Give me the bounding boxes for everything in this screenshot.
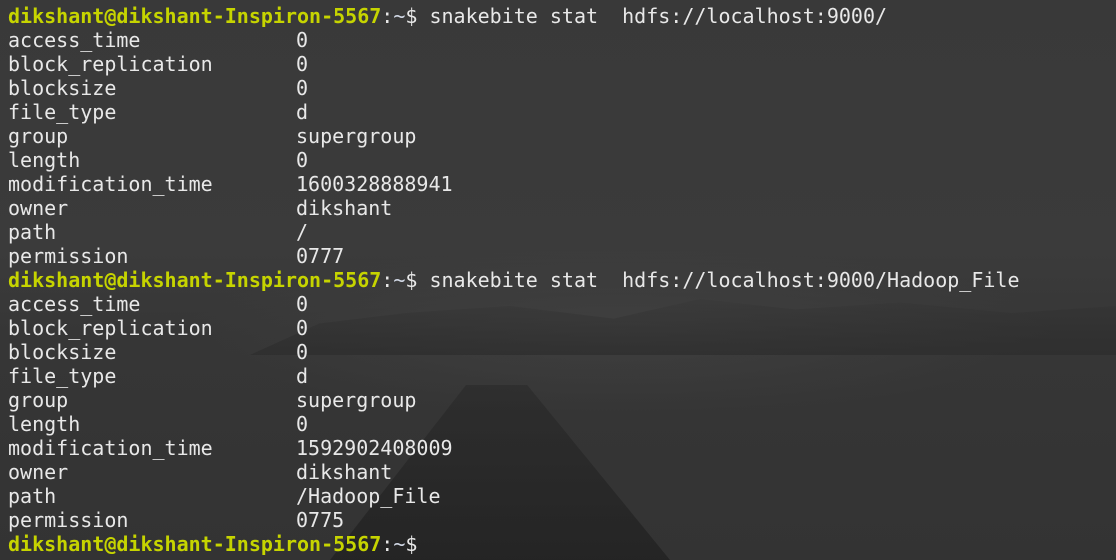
prompt-user-host: dikshant@dikshant-Inspiron-5567 <box>8 532 382 556</box>
stat-row: path / <box>8 220 1116 244</box>
stat-value: 0 <box>296 340 309 364</box>
prompt-cwd: ~ <box>393 4 406 28</box>
stat-key: group <box>8 388 69 412</box>
stat-value: 0 <box>296 148 309 172</box>
stat-row: file_type d <box>8 364 1116 388</box>
prompt-user-host: dikshant@dikshant-Inspiron-5567 <box>8 268 382 292</box>
stat-row: owner dikshant <box>8 196 1116 220</box>
stat-row: block_replication 0 <box>8 316 1116 340</box>
command-text: snakebite stat hdfs://localhost:9000/Had… <box>417 268 1019 292</box>
stat-value: supergroup <box>296 388 417 412</box>
command-string: snakebite stat hdfs://localhost:9000/Had… <box>429 268 1020 292</box>
stat-key: block_replication <box>8 52 213 76</box>
stat-row: access_time 0 <box>8 28 1116 52</box>
stat-value: 0 <box>296 292 309 316</box>
terminal-output[interactable]: dikshant@dikshant-Inspiron-5567: ~ $ snake… <box>8 4 1116 560</box>
stat-row: group supergroup <box>8 388 1116 412</box>
stat-value: d <box>296 364 309 388</box>
stat-key: access_time <box>8 292 141 316</box>
stat-value: dikshant <box>296 196 393 220</box>
command-string: snakebite stat hdfs://localhost:9000/ <box>429 4 888 28</box>
stat-key: modification_time <box>8 172 213 196</box>
stat-key: blocksize <box>8 76 117 100</box>
stat-value: d <box>296 100 309 124</box>
stat-key: block_replication <box>8 316 213 340</box>
stat-value: supergroup <box>296 124 417 148</box>
prompt-cwd: ~ <box>393 532 406 556</box>
stat-row: blocksize 0 <box>8 340 1116 364</box>
stat-row: group supergroup <box>8 124 1116 148</box>
stat-value: dikshant <box>296 460 393 484</box>
stat-row: length 0 <box>8 148 1116 172</box>
prompt-separator: : <box>381 4 394 28</box>
stat-key: owner <box>8 196 69 220</box>
prompt-cwd: ~ <box>393 268 406 292</box>
prompt-user-host: dikshant@dikshant-Inspiron-5567 <box>8 4 382 28</box>
command-text: snakebite stat hdfs://localhost:9000/ <box>417 4 887 28</box>
stat-key: group <box>8 124 69 148</box>
stat-value: 0 <box>296 412 309 436</box>
stat-value: / <box>296 220 309 244</box>
terminal-cursor <box>417 533 428 555</box>
stat-row: owner dikshant <box>8 460 1116 484</box>
stat-key: path <box>8 220 57 244</box>
stat-key: permission <box>8 508 129 532</box>
stat-value: 0777 <box>296 244 345 268</box>
prompt-line-current[interactable]: dikshant@dikshant-Inspiron-5567: ~ $ <box>8 532 1116 556</box>
stat-value: /Hadoop_File <box>296 484 441 508</box>
stat-key: length <box>8 148 81 172</box>
stat-row: length 0 <box>8 412 1116 436</box>
stat-row: path/Hadoop_File <box>8 484 1116 508</box>
stat-value: 1600328888941 <box>296 172 453 196</box>
stat-key: path <box>8 484 57 508</box>
stat-value: 0775 <box>296 508 345 532</box>
prompt-line: dikshant@dikshant-Inspiron-5567: ~ $ snake… <box>8 268 1116 292</box>
prompt-symbol: $ <box>405 4 418 28</box>
stat-value: 0 <box>296 28 309 52</box>
prompt-separator: : <box>381 532 394 556</box>
prompt-separator: : <box>381 268 394 292</box>
stat-key: modification_time <box>8 436 213 460</box>
stat-row: permission 0777 <box>8 244 1116 268</box>
stat-key: length <box>8 412 81 436</box>
stat-row: modification_time 1592902408009 <box>8 436 1116 460</box>
stat-row: permission 0775 <box>8 508 1116 532</box>
stat-row: access_time 0 <box>8 292 1116 316</box>
stat-key: owner <box>8 460 69 484</box>
stat-row: blocksize 0 <box>8 76 1116 100</box>
stat-value: 1592902408009 <box>296 436 453 460</box>
stat-value: 0 <box>296 52 309 76</box>
prompt-line: dikshant@dikshant-Inspiron-5567: ~ $ snake… <box>8 4 1116 28</box>
stat-value: 0 <box>296 316 309 340</box>
stat-key: permission <box>8 244 129 268</box>
stat-value: 0 <box>296 76 309 100</box>
stat-key: access_time <box>8 28 141 52</box>
stat-key: blocksize <box>8 340 117 364</box>
prompt-symbol: $ <box>405 268 418 292</box>
stat-row: block_replication 0 <box>8 52 1116 76</box>
stat-key: file_type <box>8 100 117 124</box>
stat-row: file_type d <box>8 100 1116 124</box>
stat-key: file_type <box>8 364 117 388</box>
stat-row: modification_time 1600328888941 <box>8 172 1116 196</box>
prompt-symbol: $ <box>405 532 418 556</box>
